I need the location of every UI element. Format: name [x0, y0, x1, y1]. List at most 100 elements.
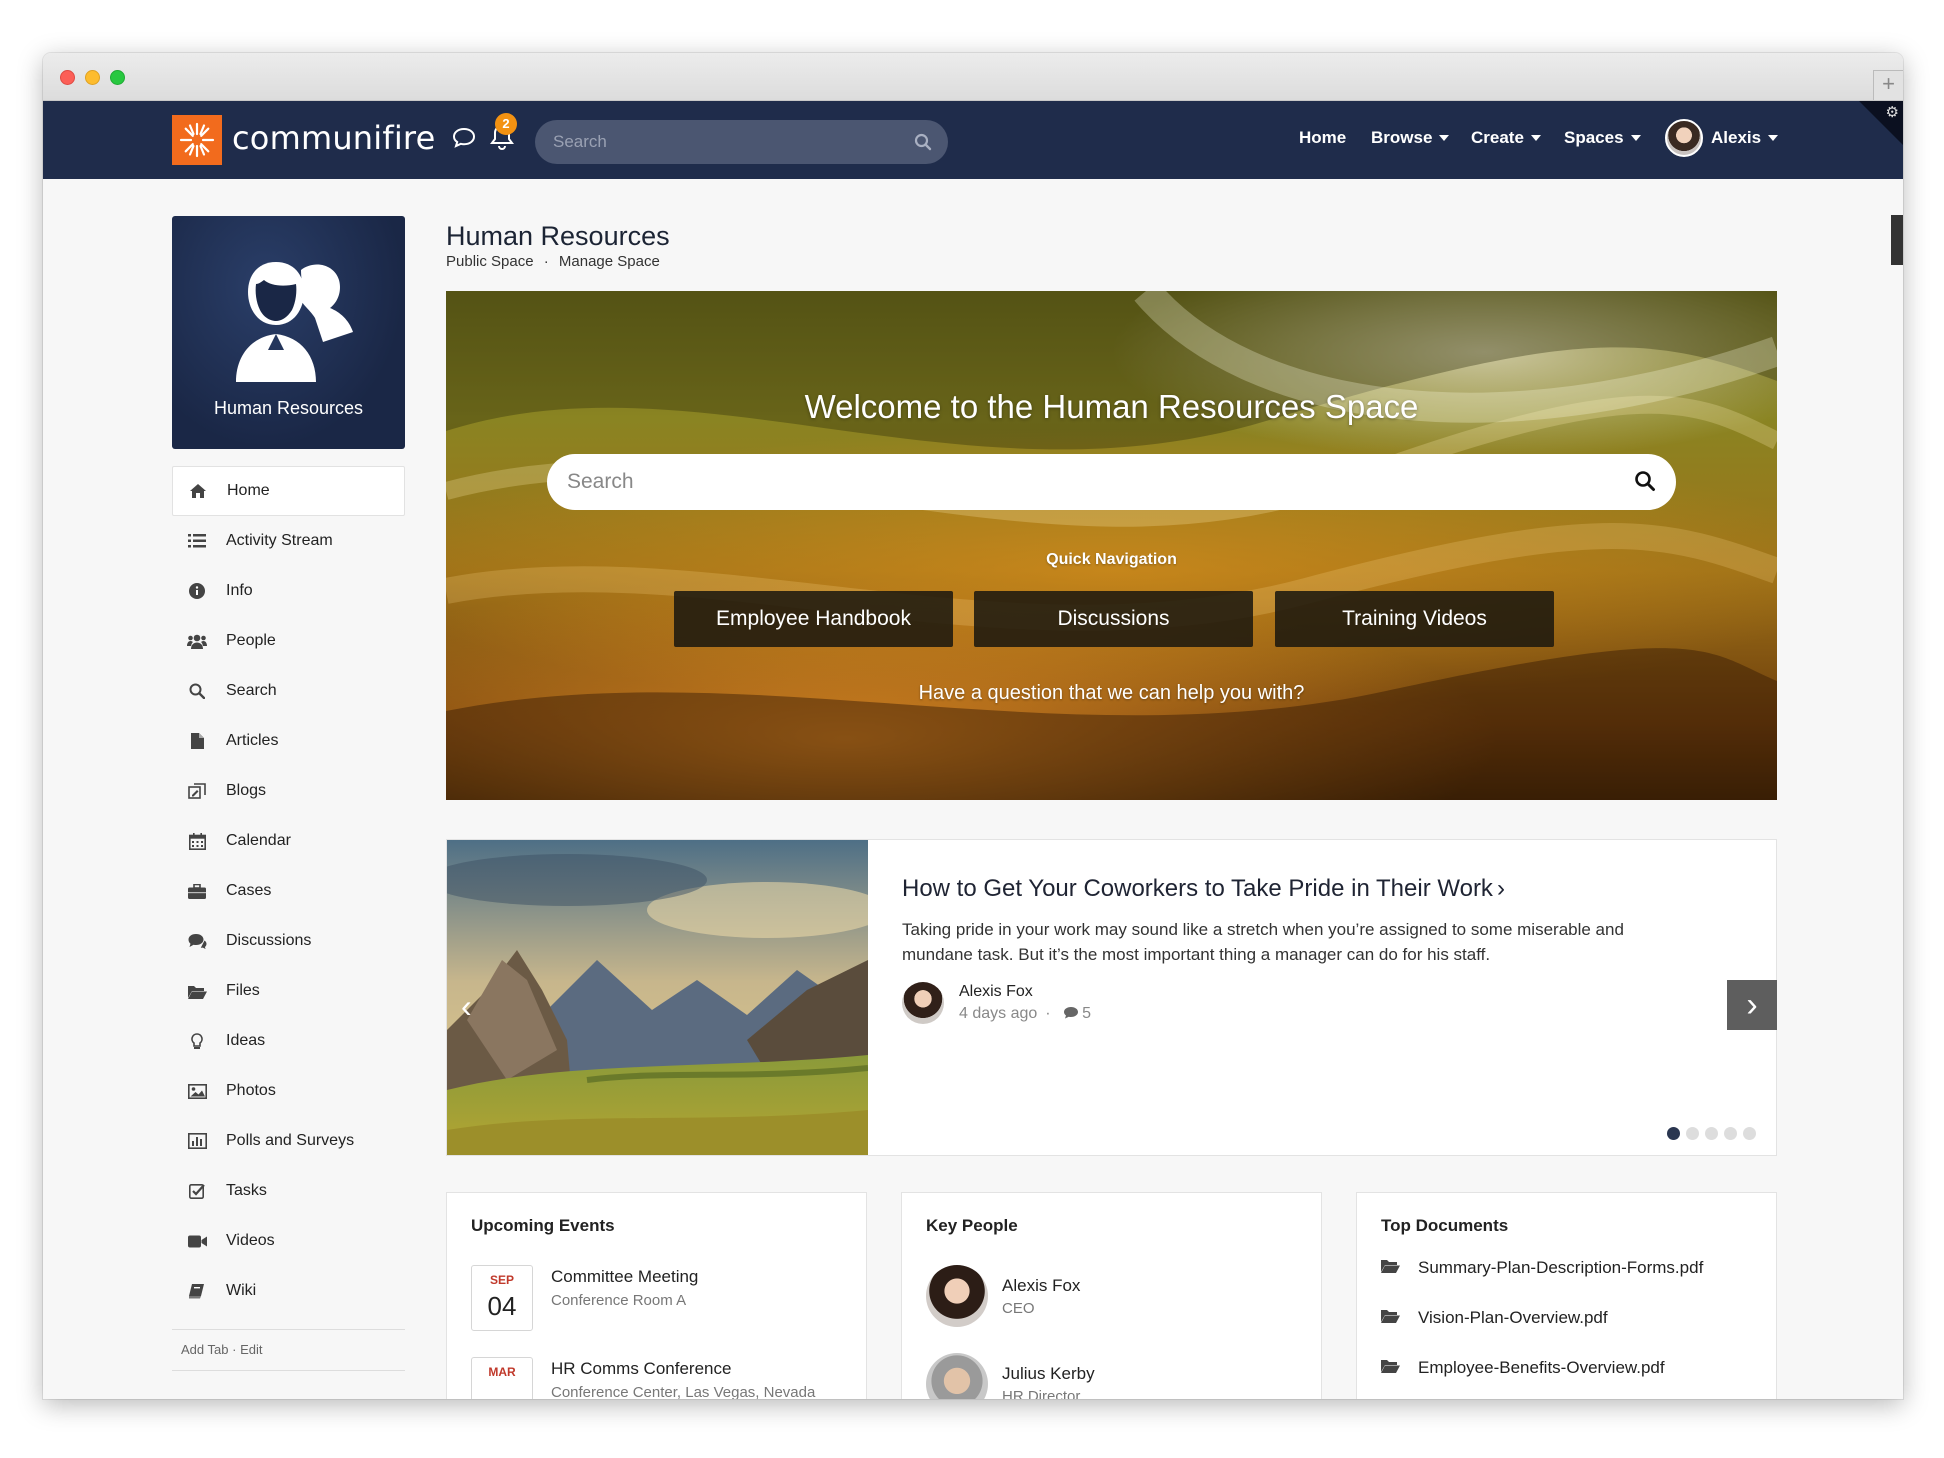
sidebar-item-videos[interactable]: Videos: [172, 1216, 405, 1266]
nav-create-menu[interactable]: Create: [1471, 128, 1541, 148]
close-window-button[interactable]: [60, 70, 75, 85]
maximize-window-button[interactable]: [110, 70, 125, 85]
person-name[interactable]: Alexis Fox: [1002, 1276, 1080, 1296]
sidebar-item-label: Videos: [226, 1232, 275, 1249]
sidebar-item-blogs[interactable]: Blogs: [172, 766, 405, 816]
event-location: Conference Room A: [551, 1292, 687, 1309]
sidebar-item-tasks[interactable]: Tasks: [172, 1166, 405, 1216]
sidebar-item-activity-stream[interactable]: Activity Stream: [172, 516, 405, 566]
author-avatar[interactable]: [902, 982, 944, 1024]
space-search-input[interactable]: [567, 454, 1607, 510]
discussions-button[interactable]: Discussions: [974, 591, 1253, 647]
checkbox-icon: [186, 1182, 208, 1200]
nav-spaces-menu[interactable]: Spaces: [1564, 128, 1641, 148]
carousel-dot[interactable]: [1686, 1127, 1699, 1140]
gear-icon[interactable]: ⚙: [1886, 103, 1899, 121]
briefcase-icon: [186, 882, 208, 900]
user-avatar[interactable]: [1665, 119, 1703, 157]
sidebar-item-home[interactable]: Home: [172, 466, 405, 516]
carousel-dot[interactable]: [1743, 1127, 1756, 1140]
nav-user-menu[interactable]: Alexis: [1711, 128, 1779, 148]
carousel-next-button[interactable]: ›: [1727, 980, 1777, 1030]
home-icon: [187, 482, 209, 500]
event-month: SEP: [489, 1273, 514, 1287]
chat-bubble-icon[interactable]: [451, 126, 477, 150]
chevron-down-icon: [1768, 135, 1779, 141]
edit-link[interactable]: Edit: [240, 1342, 262, 1357]
sidebar-item-photos[interactable]: Photos: [172, 1066, 405, 1116]
add-tab-link[interactable]: Add Tab: [181, 1342, 228, 1357]
sidebar-item-files[interactable]: Files: [172, 966, 405, 1016]
nav-browse-label: Browse: [1371, 128, 1433, 147]
sidebar-item-label: Discussions: [226, 932, 312, 949]
quick-navigation-label: Quick Navigation: [1046, 551, 1177, 568]
comment-icon: [1064, 1007, 1079, 1019]
person-role: CEO: [1002, 1300, 1035, 1317]
comment-count[interactable]: 5: [1082, 1005, 1091, 1022]
sidebar-item-articles[interactable]: Articles: [172, 716, 405, 766]
scrollbar-thumb[interactable]: [1891, 215, 1903, 265]
nav-spaces-label: Spaces: [1564, 128, 1624, 147]
sidebar-item-wiki[interactable]: Wiki: [172, 1266, 405, 1316]
document-link[interactable]: Vision-Plan-Overview.pdf: [1381, 1308, 1608, 1328]
event-name[interactable]: HR Comms Conference: [551, 1359, 731, 1379]
search-icon[interactable]: [1634, 470, 1656, 492]
sidebar-item-search[interactable]: Search: [172, 666, 405, 716]
bar-chart-icon: [186, 1132, 208, 1150]
sidebar-item-ideas[interactable]: Ideas: [172, 1016, 405, 1066]
carousel-dot[interactable]: [1724, 1127, 1737, 1140]
training-videos-button[interactable]: Training Videos: [1275, 591, 1554, 647]
folder-open-icon: [1381, 1358, 1400, 1378]
video-icon: [186, 1232, 208, 1250]
nav-home-link[interactable]: Home: [1299, 128, 1346, 148]
hero-question: Have a question that we can help you wit…: [918, 682, 1305, 704]
search-icon: [186, 682, 208, 700]
sidebar-item-people[interactable]: People: [172, 616, 405, 666]
hero-banner: Welcome to the Human Resources Space Qui…: [446, 291, 1777, 800]
info-icon: [186, 582, 208, 600]
nav-user-label: Alexis: [1711, 128, 1762, 147]
public-space-link[interactable]: Public Space: [446, 253, 534, 270]
breadcrumb-separator: ·: [543, 253, 549, 270]
space-card[interactable]: Human Resources: [172, 216, 405, 449]
carousel-dot[interactable]: [1667, 1127, 1680, 1140]
chevron-right-icon: ›: [1496, 875, 1505, 902]
sidebar-item-label: Info: [226, 582, 253, 599]
sidebar-item-discussions[interactable]: Discussions: [172, 916, 405, 966]
featured-image[interactable]: ‹: [447, 840, 868, 1155]
global-search-input[interactable]: [553, 120, 883, 164]
person-avatar[interactable]: [926, 1265, 988, 1327]
space-sidebar-nav: Home Activity Stream Info People Search …: [172, 466, 405, 1316]
people-group-icon: [236, 262, 353, 382]
person-avatar[interactable]: [926, 1353, 988, 1399]
event-name[interactable]: Committee Meeting: [551, 1267, 698, 1287]
sidebar-item-label: Articles: [226, 732, 279, 749]
employee-handbook-button[interactable]: Employee Handbook: [674, 591, 953, 647]
lightbulb-icon: [186, 1032, 208, 1050]
sidebar-item-calendar[interactable]: Calendar: [172, 816, 405, 866]
sidebar-item-cases[interactable]: Cases: [172, 866, 405, 916]
hero-background-waves: [446, 291, 1777, 800]
communifire-logo-icon[interactable]: [172, 115, 222, 165]
page-title: Human Resources: [446, 221, 670, 251]
minimize-window-button[interactable]: [85, 70, 100, 85]
document-link[interactable]: Summary-Plan-Description-Forms.pdf: [1381, 1258, 1703, 1278]
manage-space-link[interactable]: Manage Space: [559, 253, 660, 270]
nav-browse-menu[interactable]: Browse: [1371, 128, 1450, 148]
chevron-left-icon[interactable]: ‹: [461, 988, 472, 1025]
document-link[interactable]: Employee-Benefits-Overview.pdf: [1381, 1358, 1665, 1378]
sidebar-item-label: Blogs: [226, 782, 267, 799]
search-icon[interactable]: [914, 133, 932, 151]
brand-name[interactable]: communifire: [232, 119, 435, 157]
breadcrumb: Public Space · Manage Space: [446, 253, 660, 270]
key-people-card: Key People Alexis Fox CEO Julius Kerby H…: [901, 1192, 1322, 1399]
new-tab-plus-icon[interactable]: +: [1873, 70, 1903, 100]
article-title-link[interactable]: How to Get Your Coworkers to Take Pride …: [902, 875, 1505, 903]
sidebar-item-info[interactable]: Info: [172, 566, 405, 616]
author-name[interactable]: Alexis Fox: [959, 983, 1033, 1001]
folder-icon: [186, 982, 208, 1000]
carousel-dot[interactable]: [1705, 1127, 1718, 1140]
global-search-box: [535, 120, 948, 164]
person-name[interactable]: Julius Kerby: [1002, 1364, 1095, 1384]
sidebar-item-polls-and-surveys[interactable]: Polls and Surveys: [172, 1116, 405, 1166]
